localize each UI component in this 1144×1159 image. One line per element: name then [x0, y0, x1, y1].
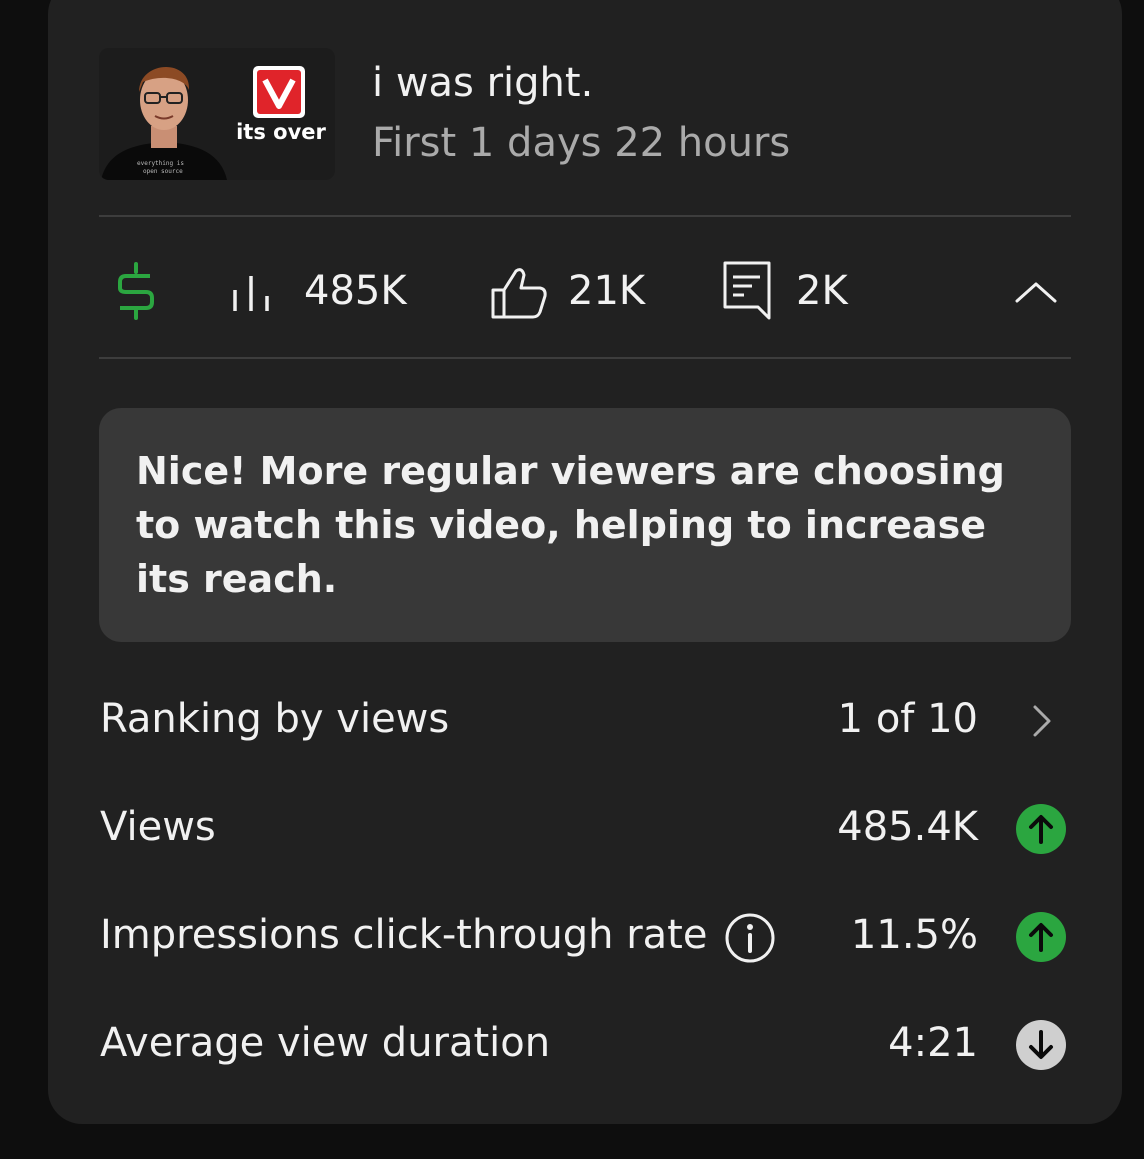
- info-icon[interactable]: [724, 912, 776, 968]
- chevron-right-icon[interactable]: [1030, 704, 1054, 742]
- metric-value-views[interactable]: 485.4K: [837, 804, 978, 850]
- metric-value-ctr[interactable]: 11.5%: [851, 912, 978, 958]
- stats-divider: [99, 357, 1071, 359]
- video-thumbnail[interactable]: everything is open source its over: [99, 48, 335, 180]
- video-title[interactable]: i was right.: [372, 60, 593, 106]
- trend-up-icon: [1016, 912, 1066, 962]
- metric-value-avd[interactable]: 4:21: [888, 1020, 978, 1066]
- svg-text:open source: open source: [143, 168, 183, 175]
- trend-down-icon: [1016, 1020, 1066, 1070]
- metric-label-views[interactable]: Views: [100, 804, 216, 850]
- views-count: 485K: [304, 268, 407, 314]
- trend-up-icon: [1016, 804, 1066, 854]
- metric-value-ranking[interactable]: 1 of 10: [838, 696, 978, 742]
- metric-label-ranking[interactable]: Ranking by views: [100, 696, 449, 742]
- svg-text:everything is: everything is: [137, 160, 184, 167]
- comments-icon[interactable]: [722, 260, 772, 326]
- header-divider: [99, 215, 1071, 217]
- metric-label-ctr[interactable]: Impressions click-through rate: [100, 912, 707, 958]
- thumbnail-image: everything is open source: [99, 48, 335, 180]
- insight-banner-text: Nice! More regular viewers are choosing …: [136, 449, 1005, 601]
- comments-count: 2K: [796, 268, 848, 314]
- revenue-dollar-icon[interactable]: [116, 262, 156, 324]
- views-bars-icon[interactable]: [232, 274, 276, 316]
- metric-label-avd[interactable]: Average view duration: [100, 1020, 550, 1066]
- thumbnail-caption: its over: [236, 120, 326, 144]
- likes-count: 21K: [568, 268, 646, 314]
- collapse-chevron-up-icon[interactable]: [1014, 280, 1058, 308]
- video-age: First 1 days 22 hours: [372, 120, 791, 166]
- insight-banner: Nice! More regular viewers are choosing …: [99, 408, 1071, 642]
- thumbs-up-icon[interactable]: [490, 266, 548, 324]
